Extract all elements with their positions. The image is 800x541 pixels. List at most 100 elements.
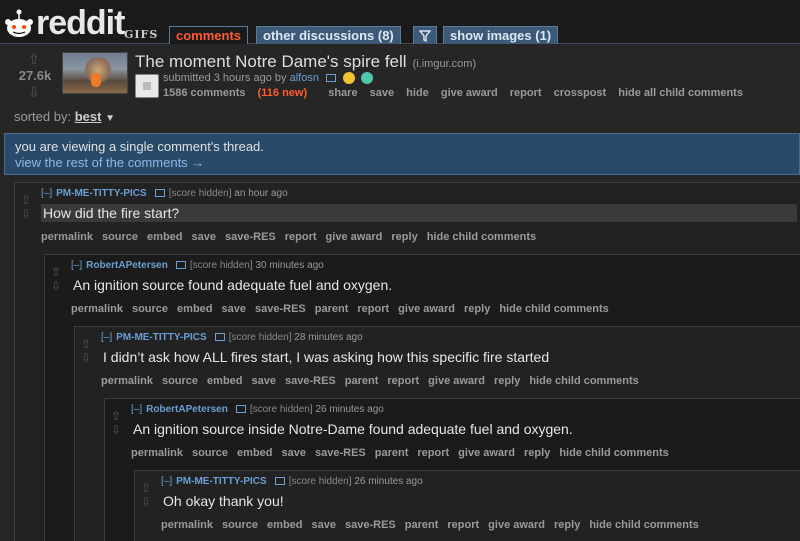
permalink-link[interactable]: permalink: [101, 375, 153, 387]
reply-link[interactable]: reply: [494, 375, 520, 387]
chevron-down-icon[interactable]: ▼: [105, 113, 115, 124]
tag-icon[interactable]: [175, 261, 186, 270]
save-link[interactable]: save: [252, 375, 276, 387]
comment-author[interactable]: RobertAPetersen: [146, 404, 228, 415]
parent-link[interactable]: parent: [375, 447, 409, 459]
give-award-link[interactable]: give award: [441, 87, 498, 99]
upvote-arrow-icon[interactable]: ⇧: [111, 409, 125, 423]
upvote-arrow-icon[interactable]: ⇧: [51, 265, 65, 279]
give-award-link[interactable]: give award: [458, 447, 515, 459]
reply-link[interactable]: reply: [464, 303, 490, 315]
save-link[interactable]: save: [282, 447, 306, 459]
report-link[interactable]: report: [285, 231, 317, 243]
post-title[interactable]: The moment Notre Dame's spire fell: [135, 52, 407, 71]
expando-button[interactable]: [135, 74, 159, 98]
upvote-arrow-icon[interactable]: ⇧: [21, 193, 35, 207]
upvote-arrow-icon[interactable]: ⇧: [22, 52, 46, 66]
source-link[interactable]: source: [132, 303, 168, 315]
filter-button[interactable]: [413, 26, 437, 44]
upvote-arrow-icon[interactable]: ⇧: [81, 337, 95, 351]
hide-child-comments-link[interactable]: hide child comments: [499, 303, 608, 315]
comments-link[interactable]: 1586 comments (116 new): [163, 87, 316, 99]
comment-author[interactable]: PM-ME-TITTY-PICS: [116, 332, 207, 343]
tab-other-discussions[interactable]: other discussions (8): [256, 26, 401, 44]
hide-child-comments-link[interactable]: hide child comments: [427, 231, 536, 243]
downvote-arrow-icon[interactable]: ⇩: [81, 351, 95, 365]
embed-link[interactable]: embed: [147, 231, 182, 243]
tag-icon[interactable]: [274, 477, 285, 486]
downvote-arrow-icon[interactable]: ⇩: [21, 207, 35, 221]
collapse-toggle[interactable]: [–]: [101, 332, 112, 343]
embed-link[interactable]: embed: [267, 519, 302, 531]
upvote-arrow-icon[interactable]: ⇧: [141, 481, 155, 495]
hide-link[interactable]: hide: [406, 87, 429, 99]
give-award-link[interactable]: give award: [326, 231, 383, 243]
share-link[interactable]: share: [328, 87, 357, 99]
save-link[interactable]: save: [312, 519, 336, 531]
embed-link[interactable]: embed: [207, 375, 242, 387]
crosspost-link[interactable]: crosspost: [554, 87, 607, 99]
tag-icon[interactable]: [326, 74, 337, 83]
source-link[interactable]: source: [102, 231, 138, 243]
parent-link[interactable]: parent: [315, 303, 349, 315]
report-link[interactable]: report: [417, 447, 449, 459]
downvote-arrow-icon[interactable]: ⇩: [22, 85, 46, 99]
hide-child-comments-link[interactable]: hide child comments: [559, 447, 668, 459]
tag-icon[interactable]: [154, 189, 165, 198]
downvote-arrow-icon[interactable]: ⇩: [51, 279, 65, 293]
report-link[interactable]: report: [510, 87, 542, 99]
reply-link[interactable]: reply: [554, 519, 580, 531]
hide-child-comments-link[interactable]: hide child comments: [529, 375, 638, 387]
comment-author[interactable]: PM-ME-TITTY-PICS: [176, 476, 267, 487]
report-link[interactable]: report: [447, 519, 479, 531]
tab-show-images[interactable]: show images (1): [443, 26, 559, 44]
collapse-toggle[interactable]: [–]: [71, 260, 82, 271]
parent-link[interactable]: parent: [405, 519, 439, 531]
reply-link[interactable]: reply: [524, 447, 550, 459]
report-link[interactable]: report: [357, 303, 389, 315]
collapse-toggle[interactable]: [–]: [131, 404, 142, 415]
reddit-alien-logo-icon[interactable]: [4, 6, 34, 40]
save-res-link[interactable]: save-RES: [255, 303, 306, 315]
save-res-link[interactable]: save-RES: [345, 519, 396, 531]
save-link[interactable]: save: [222, 303, 246, 315]
collapse-toggle[interactable]: [–]: [161, 476, 172, 487]
save-res-link[interactable]: save-RES: [225, 231, 276, 243]
reply-link[interactable]: reply: [391, 231, 417, 243]
subreddit-name[interactable]: GIFS: [124, 28, 158, 41]
permalink-link[interactable]: permalink: [71, 303, 123, 315]
embed-link[interactable]: embed: [237, 447, 272, 459]
source-link[interactable]: source: [192, 447, 228, 459]
embed-link[interactable]: embed: [177, 303, 212, 315]
tab-comments[interactable]: comments: [169, 26, 249, 44]
save-link[interactable]: save: [192, 231, 216, 243]
downvote-arrow-icon[interactable]: ⇩: [141, 495, 155, 509]
post-domain[interactable]: (i.imgur.com): [413, 58, 477, 70]
tag-icon[interactable]: [214, 333, 225, 342]
save-res-link[interactable]: save-RES: [285, 375, 336, 387]
comment-author[interactable]: RobertAPetersen: [86, 260, 168, 271]
view-rest-link[interactable]: view the rest of the comments →: [15, 155, 789, 171]
source-link[interactable]: source: [222, 519, 258, 531]
permalink-link[interactable]: permalink: [161, 519, 213, 531]
tag-icon[interactable]: [235, 405, 246, 414]
downvote-arrow-icon[interactable]: ⇩: [111, 423, 125, 437]
parent-link[interactable]: parent: [345, 375, 379, 387]
hide-child-comments-link[interactable]: hide child comments: [589, 519, 698, 531]
give-award-link[interactable]: give award: [428, 375, 485, 387]
permalink-link[interactable]: permalink: [131, 447, 183, 459]
hide-all-child-comments-link[interactable]: hide all child comments: [618, 87, 743, 99]
save-res-link[interactable]: save-RES: [315, 447, 366, 459]
collapse-toggle[interactable]: [–]: [41, 188, 52, 199]
post-author[interactable]: alfosn: [290, 72, 319, 84]
save-link[interactable]: save: [370, 87, 394, 99]
give-award-link[interactable]: give award: [398, 303, 455, 315]
report-link[interactable]: report: [387, 375, 419, 387]
comment-author[interactable]: PM-ME-TITTY-PICS: [56, 188, 147, 199]
give-award-link[interactable]: give award: [488, 519, 545, 531]
permalink-link[interactable]: permalink: [41, 231, 93, 243]
reddit-wordmark[interactable]: reddit: [36, 6, 125, 40]
sort-dropdown[interactable]: best: [75, 109, 102, 124]
post-thumbnail[interactable]: [62, 52, 128, 94]
source-link[interactable]: source: [162, 375, 198, 387]
